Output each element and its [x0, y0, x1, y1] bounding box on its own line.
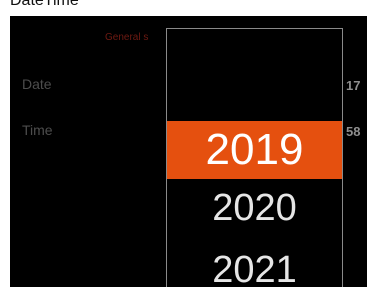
section-label-general: General s — [105, 32, 149, 43]
date-value[interactable]: 17 — [346, 78, 360, 93]
year-picker[interactable]: 2019 2020 2021 — [166, 28, 343, 287]
year-option[interactable]: 2020 — [167, 179, 342, 237]
date-label: Date — [22, 76, 52, 92]
year-option-selected[interactable]: 2019 — [167, 121, 342, 179]
top-strip: DateTime — [0, 0, 379, 16]
year-option[interactable]: 2021 — [167, 241, 342, 287]
time-value[interactable]: 58 — [346, 124, 360, 139]
device-screen: General s Date 17 Time 58 2019 2020 2021 — [10, 16, 367, 287]
time-label: Time — [22, 122, 53, 138]
top-strip-text: DateTime — [10, 0, 79, 9]
